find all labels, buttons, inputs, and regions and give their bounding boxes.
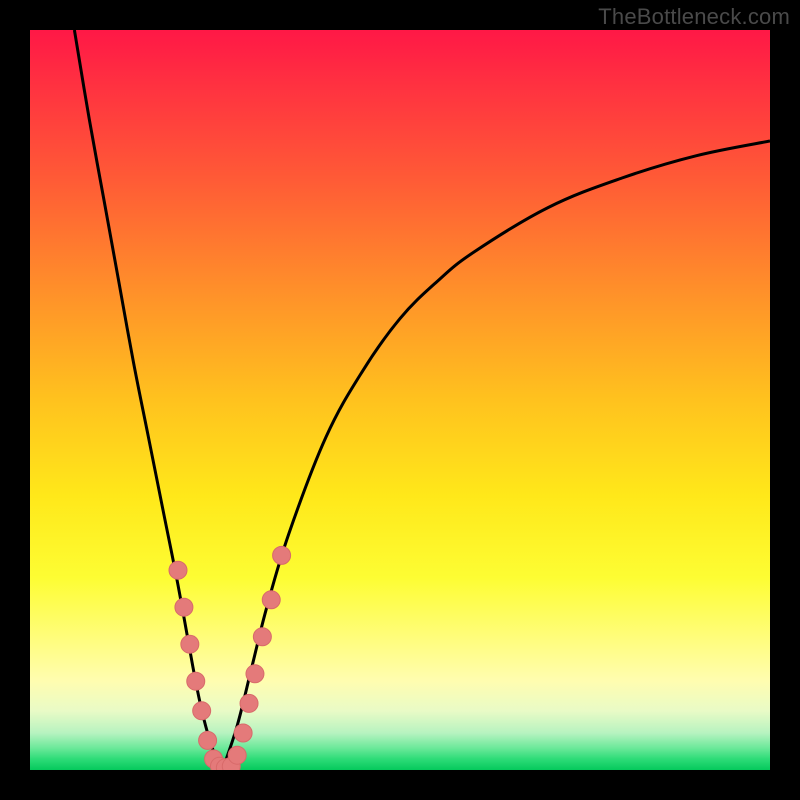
- data-marker: [169, 561, 187, 579]
- marker-group: [169, 546, 291, 770]
- data-marker: [234, 724, 252, 742]
- data-marker: [193, 702, 211, 720]
- watermark-text: TheBottleneck.com: [598, 4, 790, 30]
- data-marker: [181, 635, 199, 653]
- data-marker: [175, 598, 193, 616]
- plot-area: [30, 30, 770, 770]
- data-marker: [240, 694, 258, 712]
- left-branch-curve: [74, 30, 222, 770]
- data-marker: [187, 672, 205, 690]
- chart-frame: TheBottleneck.com: [0, 0, 800, 800]
- data-marker: [262, 591, 280, 609]
- data-marker: [273, 546, 291, 564]
- data-marker: [246, 665, 264, 683]
- data-marker: [199, 731, 217, 749]
- data-marker: [228, 746, 246, 764]
- data-marker: [253, 628, 271, 646]
- chart-svg: [30, 30, 770, 770]
- curve-group: [74, 30, 770, 770]
- right-branch-curve: [222, 141, 770, 770]
